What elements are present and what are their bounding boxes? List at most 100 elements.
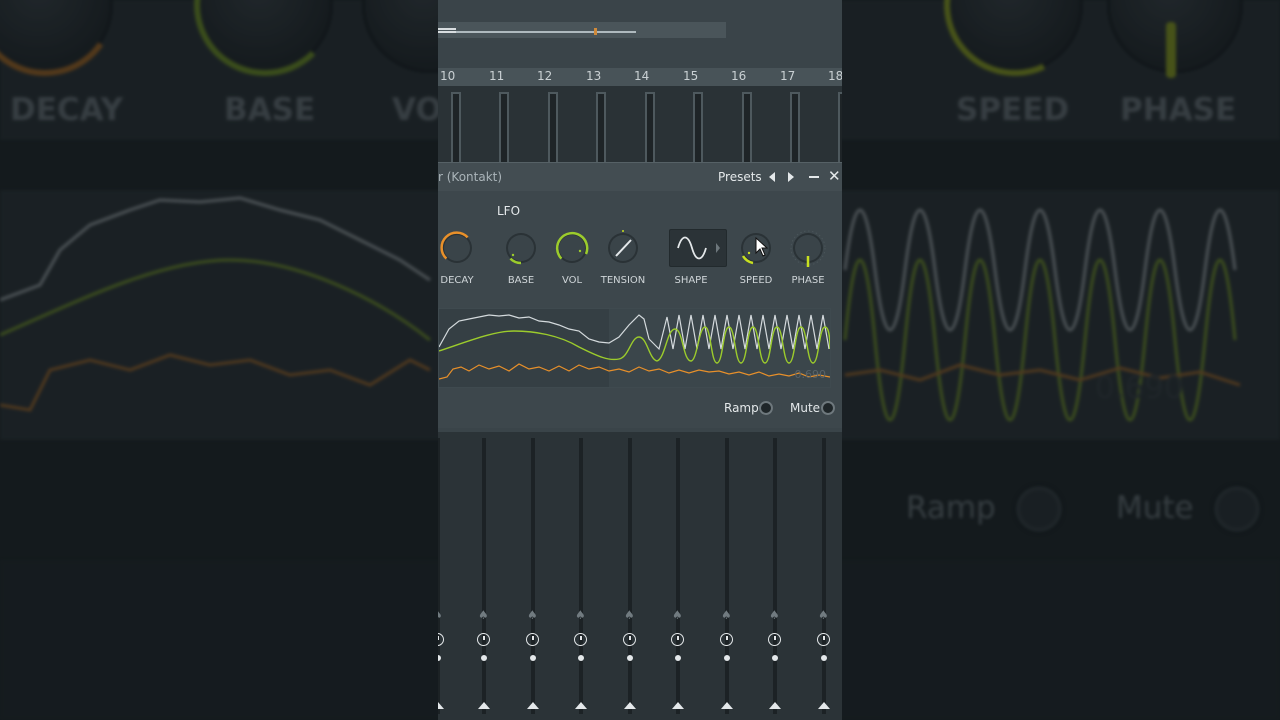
decay-knob-icon [440, 231, 472, 263]
bulb-icon: ♠ [624, 608, 635, 622]
dot-icon[interactable] [438, 655, 441, 661]
ruler-number: 15 [683, 69, 699, 83]
dot-icon[interactable] [821, 655, 827, 661]
step-sequencer [438, 86, 842, 162]
ruler-number: 12 [537, 69, 553, 83]
up-arrow-icon[interactable] [818, 702, 830, 709]
clock-icon[interactable] [623, 633, 636, 646]
clock-icon[interactable] [477, 633, 490, 646]
clock-icon[interactable] [671, 633, 684, 646]
bg-label-decay: DECAY [10, 92, 124, 128]
mixer-channel: ♠ [609, 436, 657, 720]
dot-icon[interactable] [724, 655, 730, 661]
lfo-section-label: LFO [497, 204, 521, 218]
sine-wave-icon [677, 236, 720, 260]
ruler-number: 18 [828, 69, 842, 83]
lfo-waveform [438, 309, 831, 387]
step-button[interactable] [838, 92, 842, 162]
bg-label-phase: PHASE [1120, 92, 1237, 128]
minimize-icon[interactable] [809, 176, 819, 178]
bulb-icon: ♠ [672, 608, 683, 622]
playlist-strip [438, 0, 842, 68]
mute-label: Mute [790, 401, 821, 415]
bulb-icon: ♠ [769, 608, 780, 622]
clock-icon[interactable] [574, 633, 587, 646]
ruler-number: 11 [489, 69, 505, 83]
up-arrow-icon[interactable] [672, 702, 684, 709]
phase-knob-icon [790, 230, 826, 267]
up-arrow-icon[interactable] [478, 702, 490, 709]
step-button[interactable] [645, 92, 655, 162]
dot-icon[interactable] [675, 655, 681, 661]
vol-knob-icon [555, 231, 589, 263]
up-arrow-icon[interactable] [575, 702, 587, 709]
bg-ramp-label: Ramp [906, 490, 996, 526]
mixer-channel: ♠ [657, 436, 705, 720]
bg-label-speed: SPEED [956, 92, 1070, 128]
mixer-channel: ♠ [512, 436, 560, 720]
phase-knob[interactable]: PHASE [783, 229, 833, 289]
step-button[interactable] [693, 92, 703, 162]
ruler-number: 10 [440, 69, 456, 83]
step-button[interactable] [548, 92, 558, 162]
step-button[interactable] [596, 92, 606, 162]
up-arrow-icon[interactable] [769, 702, 781, 709]
step-button[interactable] [742, 92, 752, 162]
knob-label: TENSION [600, 275, 646, 286]
tension-knob[interactable]: TENSION [598, 229, 648, 289]
step-button[interactable] [790, 92, 800, 162]
step-button[interactable] [499, 92, 509, 162]
bg-label-base: BASE [224, 92, 316, 128]
plugin-window: r (Kontakt) Presets ✕ LFO DECAY BASE VOL… [438, 162, 842, 429]
bg-ramp-toggle [1016, 486, 1062, 532]
bg-mute-toggle [1214, 486, 1260, 532]
shape-selector[interactable] [669, 229, 727, 267]
close-icon[interactable]: ✕ [828, 169, 841, 184]
step-button[interactable] [451, 92, 461, 162]
ramp-label: Ramp [724, 401, 759, 415]
bg-label-vol: VO [392, 92, 442, 128]
shape-label: SHAPE [674, 275, 708, 286]
dot-icon[interactable] [772, 655, 778, 661]
plugin-title: r (Kontakt) [438, 170, 503, 184]
mute-toggle[interactable] [821, 401, 835, 415]
clock-icon[interactable] [438, 633, 444, 646]
clock-icon[interactable] [817, 633, 830, 646]
bulb-icon: ♠ [721, 608, 732, 622]
dot-icon[interactable] [627, 655, 633, 661]
preset-prev-icon[interactable] [769, 172, 775, 182]
dot-icon[interactable] [530, 655, 536, 661]
song-position-bar[interactable] [438, 22, 726, 38]
up-arrow-icon[interactable] [721, 702, 733, 709]
clock-icon[interactable] [720, 633, 733, 646]
bulb-icon: ♠ [478, 608, 489, 622]
decay-knob[interactable]: DECAY [438, 229, 482, 289]
mixer-channel: ♠ [754, 436, 802, 720]
dot-icon[interactable] [578, 655, 584, 661]
bulb-icon: ♠ [438, 608, 444, 622]
bg-readout: 0.690 [1095, 370, 1184, 406]
clock-icon[interactable] [526, 633, 539, 646]
up-arrow-icon[interactable] [438, 702, 444, 709]
ruler-number: 13 [586, 69, 602, 83]
clock-icon[interactable] [768, 633, 781, 646]
dot-icon[interactable] [481, 655, 487, 661]
mixer-channel: ♠ [560, 436, 608, 720]
mixer-channel: ♠ [803, 436, 842, 720]
ruler-number: 14 [634, 69, 650, 83]
grip-icon[interactable] [438, 28, 456, 30]
daw-window: 10 11 12 13 14 15 16 17 18 r (Kontakt) P… [438, 0, 842, 720]
mixer-channel: ♠ [463, 436, 511, 720]
plugin-titlebar[interactable]: r (Kontakt) Presets ✕ [438, 163, 842, 191]
bulb-icon: ♠ [818, 608, 829, 622]
presets-button[interactable]: Presets [718, 170, 762, 184]
up-arrow-icon[interactable] [527, 702, 539, 709]
preset-next-icon[interactable] [788, 172, 794, 182]
ramp-toggle[interactable] [759, 401, 773, 415]
up-arrow-icon[interactable] [624, 702, 636, 709]
lfo-oscilloscope: 0.690 [438, 308, 831, 388]
ruler-number: 17 [780, 69, 796, 83]
base-knob-icon [506, 233, 536, 265]
mixer-channel: ♠ [706, 436, 754, 720]
bulb-icon: ♠ [575, 608, 586, 622]
